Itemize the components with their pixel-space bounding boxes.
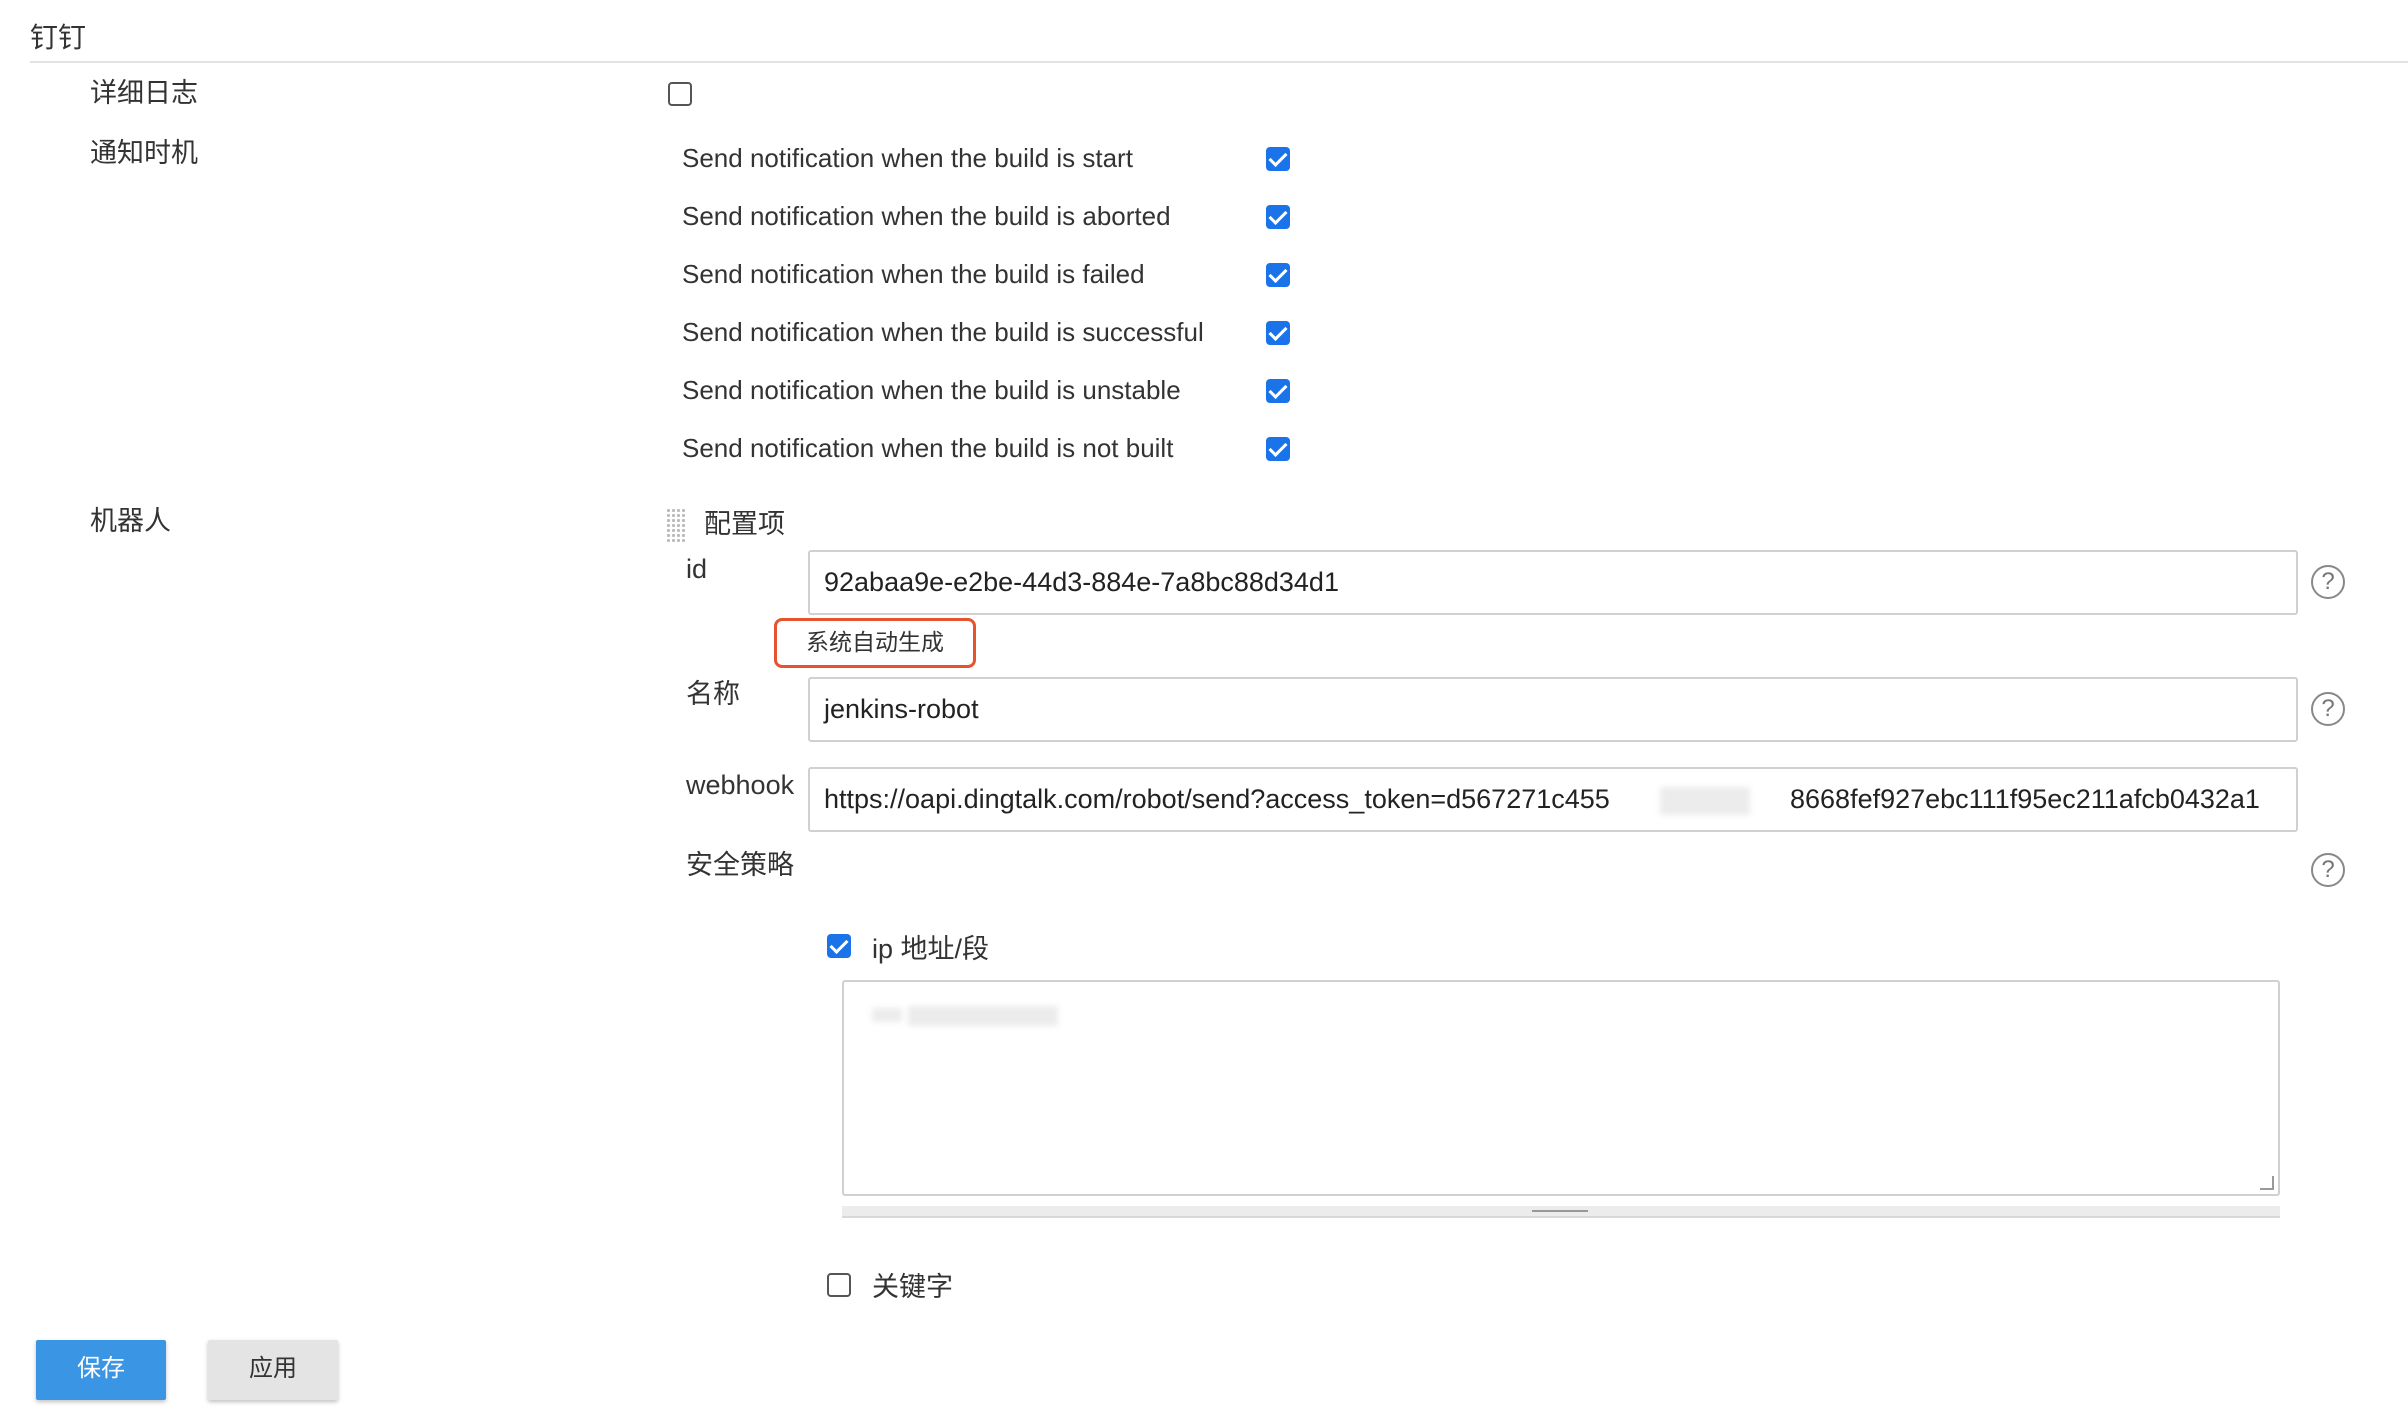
notify-timing-label: 通知时机 xyxy=(90,138,198,168)
section-title: 钉钉 xyxy=(30,22,87,53)
notify-aborted-label: Send notification when the build is abor… xyxy=(682,201,1171,231)
name-label: 名称 xyxy=(686,679,740,709)
name-input[interactable]: jenkins-robot xyxy=(808,677,2298,742)
redacted-ip xyxy=(872,1008,902,1022)
notify-failed-checkbox[interactable] xyxy=(1266,263,1290,287)
textarea-resize-bar[interactable] xyxy=(842,1206,2280,1218)
notify-notbuilt-label: Send notification when the build is not … xyxy=(682,433,1174,463)
ip-option-label: ip 地址/段 xyxy=(872,934,990,964)
verbose-log-label: 详细日志 xyxy=(90,78,198,108)
ip-textarea[interactable] xyxy=(842,980,2280,1196)
grip-icon xyxy=(1532,1210,1588,1212)
resize-handle-icon[interactable] xyxy=(2260,1176,2274,1190)
keyword-option-label: 关键字 xyxy=(872,1272,953,1302)
id-hint: 系统自动生成 xyxy=(774,618,976,668)
section-divider xyxy=(30,61,2408,63)
robot-label: 机器人 xyxy=(90,506,171,536)
verbose-log-checkbox[interactable] xyxy=(668,82,692,106)
notify-success-checkbox[interactable] xyxy=(1266,321,1290,345)
keyword-checkbox[interactable] xyxy=(827,1273,851,1297)
notify-unstable-label: Send notification when the build is unst… xyxy=(682,375,1181,405)
webhook-value-start: https://oapi.dingtalk.com/robot/send?acc… xyxy=(824,784,1610,814)
notify-success-label: Send notification when the build is succ… xyxy=(682,317,1204,347)
notify-notbuilt-checkbox[interactable] xyxy=(1266,437,1290,461)
id-input[interactable]: 92abaa9e-e2be-44d3-884e-7a8bc88d34d1 xyxy=(808,550,2298,615)
help-icon[interactable]: ? xyxy=(2311,692,2345,726)
webhook-value-end: 8668fef927ebc111f95ec211afcb0432a1 xyxy=(1790,784,2260,814)
id-label: id xyxy=(686,554,708,584)
notify-start-checkbox[interactable] xyxy=(1266,147,1290,171)
notify-start-label: Send notification when the build is star… xyxy=(682,143,1133,173)
redacted-token xyxy=(1660,787,1750,815)
notify-failed-label: Send notification when the build is fail… xyxy=(682,259,1145,289)
config-item-header: 配置项 xyxy=(704,509,785,539)
notify-aborted-checkbox[interactable] xyxy=(1266,205,1290,229)
security-policy-label: 安全策略 xyxy=(686,850,794,880)
webhook-label: webhook xyxy=(686,770,795,800)
notify-unstable-checkbox[interactable] xyxy=(1266,379,1290,403)
redacted-ip xyxy=(908,1006,1058,1026)
ip-checkbox[interactable] xyxy=(827,934,851,958)
help-icon[interactable]: ? xyxy=(2311,853,2345,887)
save-button[interactable]: 保存 xyxy=(36,1340,166,1400)
apply-button[interactable]: 应用 xyxy=(208,1340,338,1400)
drag-handle-icon[interactable] xyxy=(666,508,686,542)
help-icon[interactable]: ? xyxy=(2311,565,2345,599)
webhook-input[interactable]: https://oapi.dingtalk.com/robot/send?acc… xyxy=(808,767,2298,832)
